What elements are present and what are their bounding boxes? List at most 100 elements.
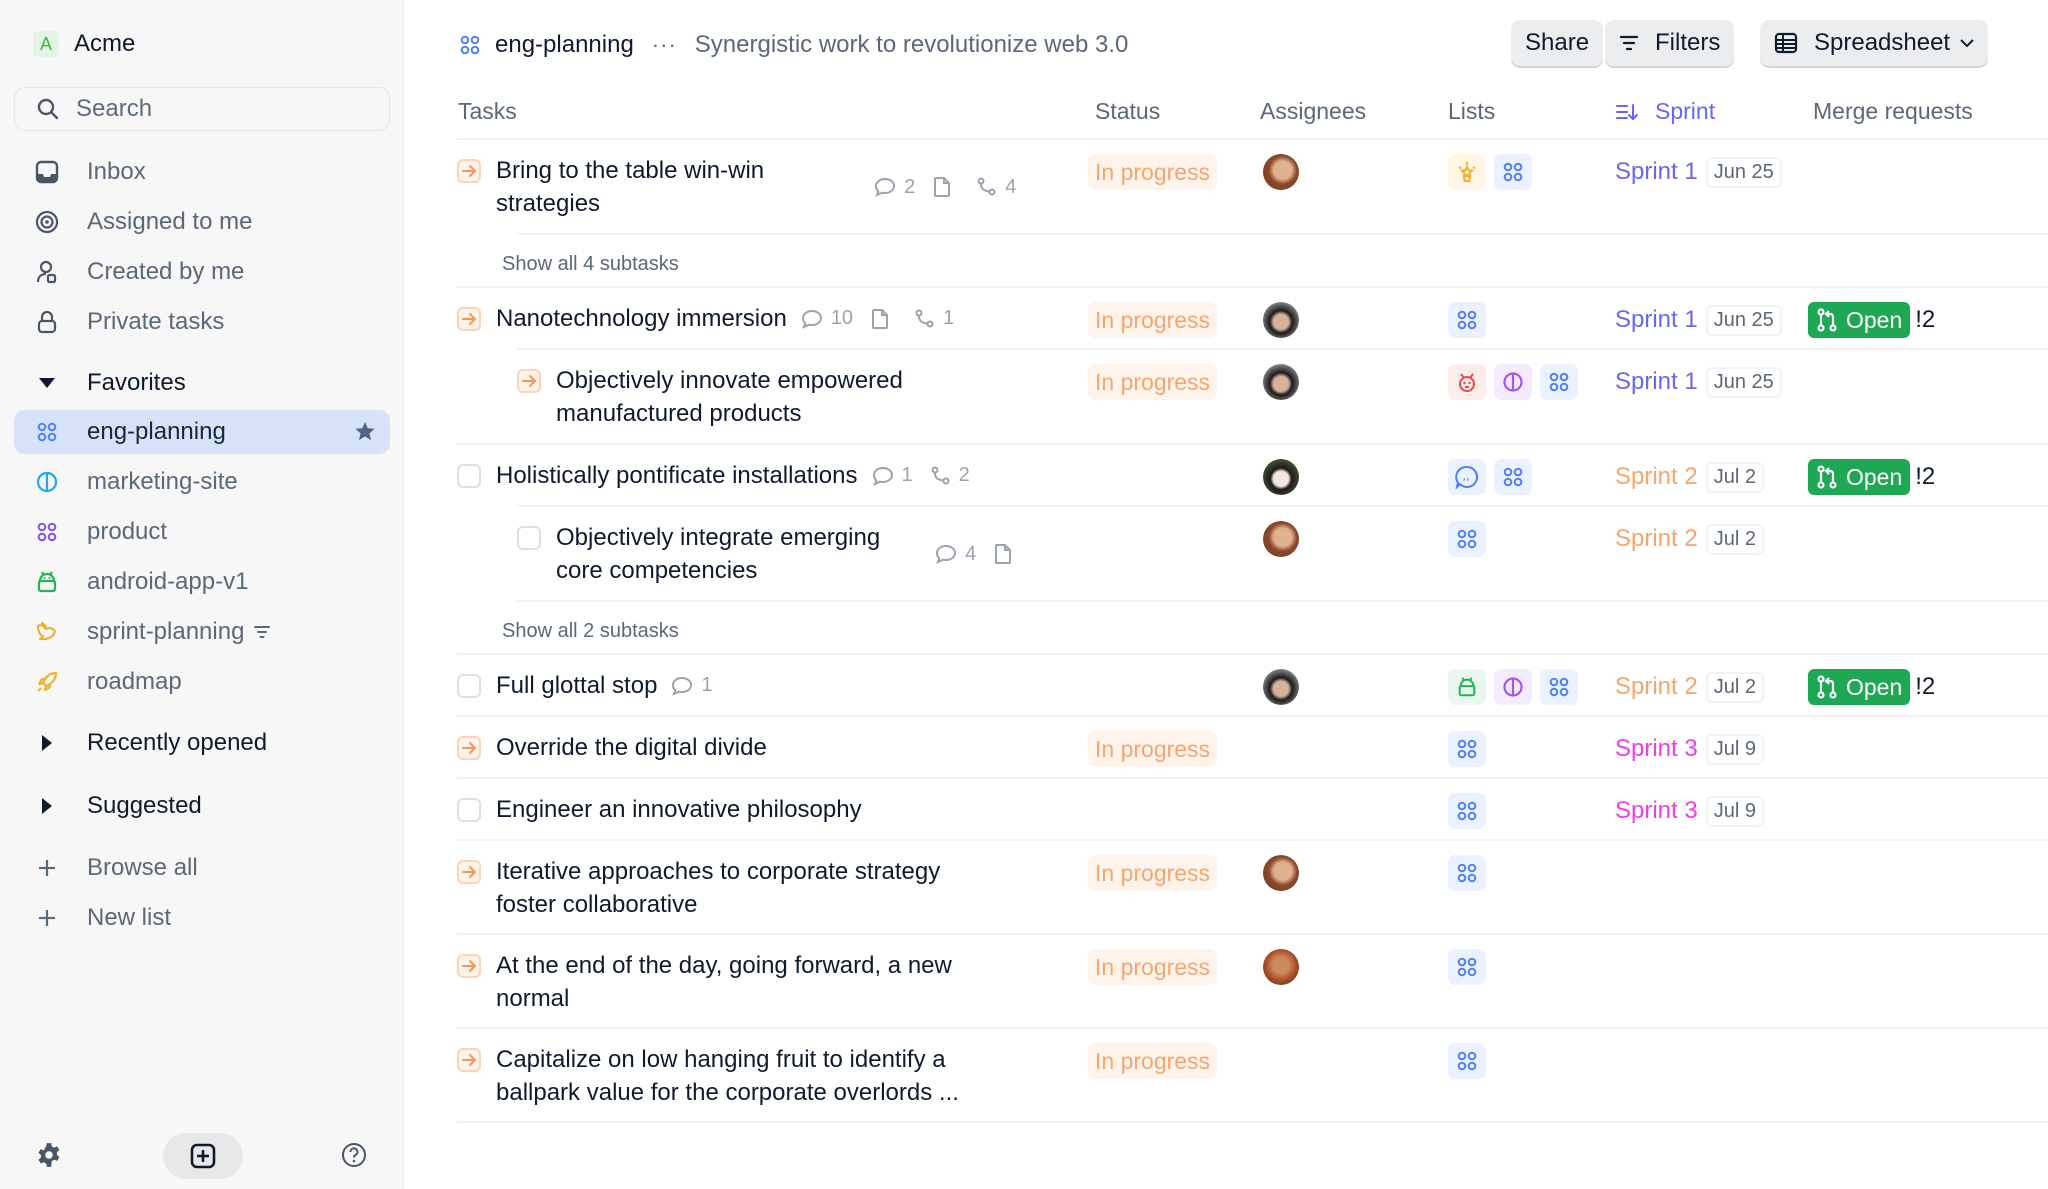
column-header-assignees[interactable]: Assignees	[1260, 98, 1366, 125]
assignee-avatar[interactable]	[1263, 855, 1299, 891]
task-title-cell[interactable]: Holistically pontificate installations 1 2	[496, 459, 988, 492]
task-title-cell[interactable]: Objectively integrate emerging core compe…	[556, 521, 1038, 587]
list-chip[interactable]	[1540, 669, 1578, 705]
task-title-cell[interactable]: At the end of the day, going forward, a …	[496, 949, 952, 1015]
task-title[interactable]: Holistically pontificate installations	[496, 459, 858, 492]
sprint-cell[interactable]: Sprint 3 Jul 9	[1615, 731, 1764, 767]
nav-inbox[interactable]: Inbox	[14, 150, 390, 194]
linked-items[interactable]: 2	[931, 464, 970, 487]
sprint-cell[interactable]: Sprint 2 Jul 2	[1615, 459, 1764, 495]
comment-count[interactable]: 10	[801, 307, 853, 330]
filters-button[interactable]: Filters	[1605, 20, 1735, 66]
in-progress-status-icon[interactable]	[457, 1048, 481, 1072]
nav-assigned-to-me[interactable]: Assigned to me	[14, 200, 390, 244]
task-title-cell[interactable]: Full glottal stop 1	[496, 669, 731, 702]
merge-request-status-badge[interactable]: Open	[1808, 459, 1911, 495]
list-chip[interactable]	[1448, 1043, 1486, 1079]
new-list-button[interactable]: New list	[14, 896, 390, 940]
status-badge[interactable]: In progress	[1088, 302, 1218, 338]
list-chip[interactable]	[1448, 154, 1486, 190]
status-badge[interactable]: In progress	[1088, 154, 1218, 190]
star-icon[interactable]	[354, 420, 376, 447]
list-chip[interactable]	[1448, 669, 1486, 705]
merge-request-number[interactable]: !2	[1915, 463, 1935, 491]
show-subtasks-link[interactable]: Show all 4 subtasks	[502, 253, 679, 276]
comment-count[interactable]: 2	[874, 176, 915, 199]
comment-count[interactable]: 1	[671, 674, 713, 697]
nav-private-tasks[interactable]: Private tasks	[14, 300, 390, 344]
merge-request-number[interactable]: !2	[1915, 673, 1935, 701]
list-chip[interactable]	[1448, 521, 1486, 557]
linked-items[interactable]: 1	[915, 307, 954, 330]
task-title[interactable]: Full glottal stop	[496, 669, 657, 702]
favorite-roadmap[interactable]: roadmap	[14, 660, 390, 704]
list-chip[interactable]	[1494, 459, 1532, 495]
view-switcher-dropdown[interactable]: Spreadsheet	[1760, 20, 1989, 66]
search-input[interactable]: Search	[14, 87, 390, 131]
task-title[interactable]: Capitalize on low hanging fruit to ident…	[496, 1043, 959, 1109]
list-chip[interactable]	[1448, 949, 1486, 985]
task-title[interactable]: Override the digital divide	[496, 731, 767, 764]
list-chip[interactable]	[1448, 302, 1486, 338]
nav-created-by-me[interactable]: Created by me	[14, 250, 390, 294]
in-progress-status-icon[interactable]	[457, 307, 481, 331]
assignee-avatar[interactable]	[1263, 459, 1299, 495]
share-button[interactable]: Share	[1511, 20, 1604, 66]
task-title-cell[interactable]: Engineer an innovative philosophy	[496, 793, 862, 826]
sprint-cell[interactable]: Sprint 1 Jun 25	[1615, 364, 1782, 400]
task-checkbox[interactable]	[457, 798, 481, 822]
merge-request-status-badge[interactable]: Open	[1808, 669, 1911, 705]
browse-all-button[interactable]: Browse all	[14, 846, 390, 890]
column-header-lists[interactable]: Lists	[1448, 98, 1495, 125]
sprint-cell[interactable]: Sprint 3 Jul 9	[1615, 793, 1764, 829]
task-checkbox[interactable]	[457, 674, 481, 698]
list-chip[interactable]	[1448, 731, 1486, 767]
in-progress-status-icon[interactable]	[457, 736, 481, 760]
favorite-eng-planning[interactable]: eng-planning	[14, 410, 390, 454]
list-chip[interactable]	[1448, 855, 1486, 891]
comment-count[interactable]: 1	[872, 464, 913, 487]
list-chip[interactable]	[1448, 793, 1486, 829]
section-suggested[interactable]: Suggested	[14, 786, 202, 826]
workspace-switcher[interactable]: A Acme	[33, 30, 135, 58]
in-progress-status-icon[interactable]	[457, 954, 481, 978]
task-title-cell[interactable]: Bring to the table win-win strategies 2 4	[496, 154, 1034, 220]
list-chip[interactable]	[1494, 154, 1532, 190]
task-title[interactable]: Objectively integrate emerging core compe…	[556, 521, 880, 587]
section-favorites[interactable]: Favorites	[14, 363, 186, 403]
favorite-sprint-planning[interactable]: sprint-planning	[14, 610, 390, 654]
task-title[interactable]: Objectively innovate empowered manufactur…	[556, 364, 903, 430]
show-subtasks-link[interactable]: Show all 2 subtasks	[502, 620, 679, 643]
column-header-status[interactable]: Status	[1095, 98, 1160, 125]
task-title[interactable]: Iterative approaches to corporate strate…	[496, 855, 940, 921]
section-recently-opened[interactable]: Recently opened	[14, 723, 267, 763]
favorite-marketing-site[interactable]: marketing-site	[14, 460, 390, 504]
list-chip[interactable]	[1494, 364, 1532, 400]
task-title-cell[interactable]: Objectively innovate empowered manufactur…	[556, 364, 903, 430]
more-options-button[interactable]: ···	[652, 32, 677, 58]
favorite-product[interactable]: product	[14, 510, 390, 554]
task-title[interactable]: At the end of the day, going forward, a …	[496, 949, 952, 1015]
column-header-tasks[interactable]: Tasks	[458, 98, 517, 125]
task-title-cell[interactable]: Nanotechnology immersion 10 1	[496, 302, 972, 335]
create-task-button[interactable]	[163, 1133, 243, 1179]
list-chip[interactable]	[1448, 364, 1486, 400]
list-chip[interactable]	[1494, 669, 1532, 705]
list-chip[interactable]: ,,	[1448, 459, 1486, 495]
merge-request[interactable]: Open !2	[1808, 669, 1935, 705]
in-progress-status-icon[interactable]	[457, 860, 481, 884]
assignee-avatar[interactable]	[1263, 364, 1299, 400]
help-icon[interactable]	[341, 1142, 367, 1173]
merge-request-status-badge[interactable]: Open	[1808, 302, 1911, 338]
assignee-avatar[interactable]	[1263, 669, 1299, 705]
attachment[interactable]	[871, 308, 897, 330]
status-badge[interactable]: In progress	[1088, 949, 1218, 985]
sprint-cell[interactable]: Sprint 1 Jun 25	[1615, 302, 1782, 338]
status-badge[interactable]: In progress	[1088, 731, 1218, 767]
status-badge[interactable]: In progress	[1088, 855, 1218, 891]
column-header-sprint[interactable]: Sprint	[1615, 98, 1715, 125]
assignee-avatar[interactable]	[1263, 521, 1299, 557]
task-title[interactable]: Engineer an innovative philosophy	[496, 793, 862, 826]
merge-request[interactable]: Open !2	[1808, 302, 1935, 338]
linked-items[interactable]: 4	[977, 176, 1016, 199]
